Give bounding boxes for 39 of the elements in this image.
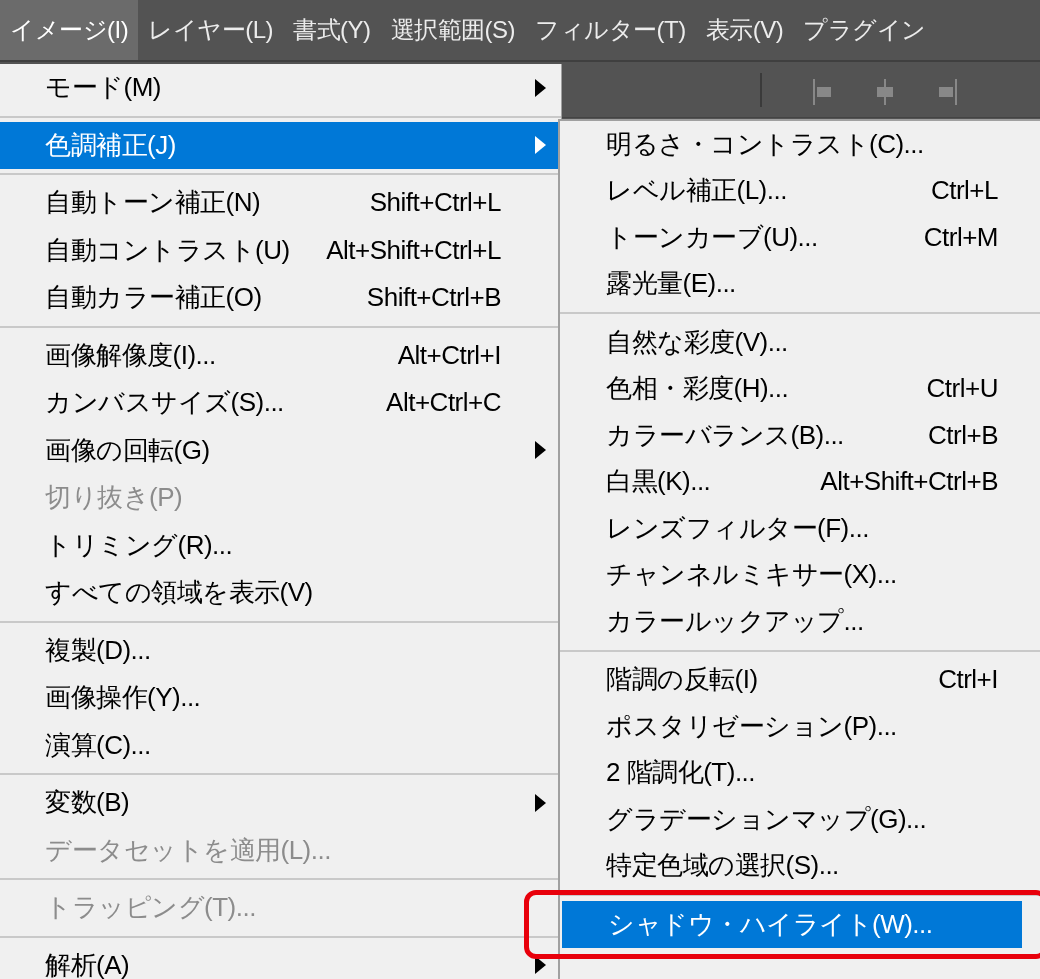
menu-item[interactable]: 色調補正(J) xyxy=(0,121,561,169)
menu-bar-item[interactable]: イメージ(I) xyxy=(0,0,139,60)
menu-item[interactable]: 自動トーン補正(N) Shift+Ctrl+L xyxy=(0,179,561,227)
menu-item[interactable]: 露光量(E)... xyxy=(560,260,1040,307)
menu-bar-item[interactable]: レイヤー(L) xyxy=(138,0,283,60)
menu-item[interactable]: 解析(A) xyxy=(0,941,561,979)
menu-item[interactable]: 階調の反転(I) Ctrl+I xyxy=(560,656,1040,703)
menu-item[interactable]: 2 階調化(T)... xyxy=(560,749,1040,796)
menu-bar-item[interactable]: 選択範囲(S) xyxy=(380,0,525,60)
menu-item[interactable]: シャドウ・ハイライト(W)... xyxy=(562,901,1022,948)
menu-item[interactable]: グラデーションマップ(G)... xyxy=(560,796,1040,843)
menu-item[interactable]: 演算(C)... xyxy=(0,721,561,769)
menu-item[interactable]: 色相・彩度(H)... Ctrl+U xyxy=(560,365,1040,412)
menu-item[interactable]: ポスタリゼーション(P)... xyxy=(560,703,1040,750)
menu-item[interactable]: カンバスサイズ(S)... Alt+Ctrl+C xyxy=(0,379,561,427)
menu-bar-item[interactable]: フィルター(T) xyxy=(525,0,696,60)
menu-item[interactable]: カラーバランス(B)... Ctrl+B xyxy=(560,412,1040,459)
menu-item[interactable]: モード(M) xyxy=(0,64,561,112)
menu-item[interactable]: 画像の回転(G) xyxy=(0,426,561,474)
menu-item[interactable]: レベル補正(L)... Ctrl+L xyxy=(560,167,1040,214)
menu-item[interactable]: トーンカーブ(U)... Ctrl+M xyxy=(560,214,1040,261)
menu-item[interactable]: 画像操作(Y)... xyxy=(0,674,561,722)
menu-item[interactable]: 自動コントラスト(U) Alt+Shift+Ctrl+L xyxy=(0,226,561,274)
menu-item[interactable]: トリミング(R)... xyxy=(0,521,561,569)
menu-item[interactable]: 特定色域の選択(S)... xyxy=(560,842,1040,889)
menu-item[interactable]: 自動カラー補正(O) Shift+Ctrl+B xyxy=(0,274,561,322)
menu-item[interactable]: 自然な彩度(V)... xyxy=(560,319,1040,366)
menu-item[interactable]: レンズフィルター(F)... xyxy=(560,505,1040,552)
menu-bar-item[interactable]: 書式(Y) xyxy=(283,0,381,60)
menu-item[interactable]: 複製(D)... xyxy=(0,626,561,674)
menu-item[interactable]: 明るさ・コントラスト(C)... xyxy=(560,121,1040,168)
menu-bar-item[interactable]: プラグイン xyxy=(793,0,936,60)
menu-item[interactable]: 画像解像度(I)... Alt+Ctrl+I xyxy=(0,331,561,379)
menu-item[interactable]: 白黒(K)... Alt+Shift+Ctrl+B xyxy=(560,458,1040,505)
menu-item[interactable]: 変数(B) xyxy=(0,779,561,827)
menu-item[interactable]: チャンネルミキサー(X)... xyxy=(560,551,1040,598)
menu-item[interactable]: すべての領域を表示(V) xyxy=(0,569,561,617)
menu-bar-item[interactable]: 表示(V) xyxy=(695,0,794,60)
menu-item[interactable]: カラールックアップ... xyxy=(560,598,1040,645)
